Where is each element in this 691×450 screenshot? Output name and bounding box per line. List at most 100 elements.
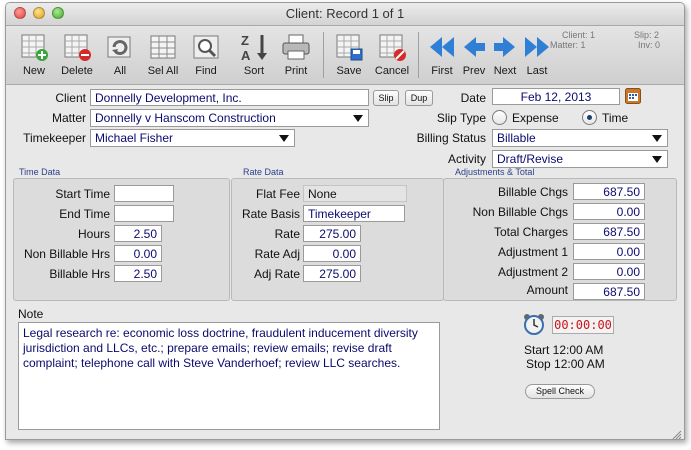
sel-all-label: Sel All [147, 65, 179, 77]
end-time-field[interactable] [114, 205, 174, 222]
total-charges-field[interactable]: 687.50 [573, 223, 645, 240]
billing-status-dropdown[interactable]: Billable [492, 129, 668, 147]
billable-chgs-field[interactable]: 687.50 [573, 183, 645, 200]
matter-dropdown-value: Donnelly v Hanscom Construction [95, 111, 276, 125]
cancel-label: Cancel [374, 65, 410, 77]
all-button[interactable]: All [100, 31, 140, 77]
rate-basis-label: Rate Basis [241, 207, 300, 221]
flat-fee-field: None [303, 185, 407, 202]
start-time-display: Start 12:00 AM [524, 343, 604, 357]
adjustment1-field[interactable]: 0.00 [573, 243, 645, 260]
sort-icon: ZA [238, 31, 270, 63]
toolbar: New Delete All Sel All Find Z A Sort Pri… [6, 26, 684, 85]
date-field[interactable]: Feb 12, 2013 [492, 88, 620, 105]
activity-label: Activity [447, 152, 486, 166]
non-billable-chgs-field[interactable]: 0.00 [573, 203, 645, 220]
slip-button[interactable]: Slip [373, 90, 399, 106]
amount-field[interactable]: 687.50 [573, 283, 645, 300]
svg-text:Z: Z [241, 33, 249, 48]
prev-label: Prev [462, 65, 486, 77]
non-billable-chgs-label: Non Billable Chgs [472, 205, 568, 219]
timekeeper-dropdown-value: Michael Fisher [95, 131, 174, 145]
cancel-icon [376, 31, 408, 63]
cancel-button[interactable]: Cancel [372, 31, 412, 77]
rate-data-title: Rate Data [243, 167, 284, 177]
last-label: Last [526, 65, 548, 77]
new-record-icon [18, 31, 50, 63]
adjustments-title: Adjustments & Total [455, 167, 535, 177]
sort-button[interactable]: ZA Sort [234, 31, 274, 77]
start-time-field[interactable] [114, 185, 174, 202]
client-label: Client [55, 91, 86, 105]
print-label: Print [284, 65, 308, 77]
timer-display: 00:00:00 [552, 316, 614, 334]
billing-status-value: Billable [497, 131, 536, 145]
print-button[interactable]: Print [276, 31, 316, 77]
matter-label: Matter [51, 111, 86, 125]
adj-rate-label: Adj Rate [253, 267, 300, 281]
client-window: Client: Record 1 of 1 New Delete All Sel… [5, 2, 685, 440]
delete-record-icon [61, 31, 93, 63]
client-field[interactable]: Donnelly Development, Inc. [90, 89, 369, 106]
alarm-clock-icon[interactable] [523, 313, 545, 335]
spell-check-button[interactable]: Spell Check [525, 384, 595, 399]
hours-field[interactable]: 2.50 [114, 225, 162, 242]
sel-all-button[interactable]: Sel All [143, 31, 183, 77]
all-label: All [113, 65, 127, 77]
calendar-icon[interactable] [625, 88, 641, 104]
adjustment2-label: Adjustment 2 [497, 265, 568, 279]
last-record-icon [521, 31, 553, 63]
new-button[interactable]: New [14, 31, 54, 77]
save-icon [333, 31, 365, 63]
slip-type-label: Slip Type [436, 111, 486, 125]
billable-hrs-label: Billable Hrs [49, 267, 110, 281]
date-label: Date [460, 91, 486, 105]
billing-status-label: Billing Status [416, 131, 486, 145]
activity-value: Draft/Revise [497, 152, 564, 166]
amount-label: Amount [526, 283, 568, 297]
adjustment2-field[interactable]: 0.00 [573, 263, 645, 280]
hours-label: Hours [77, 227, 110, 241]
timekeeper-label: Timekeeper [23, 131, 86, 145]
activity-dropdown[interactable]: Draft/Revise [492, 150, 668, 168]
sort-label: Sort [243, 65, 265, 77]
title-bar: Client: Record 1 of 1 [6, 3, 684, 26]
slip-type-time-radio[interactable] [582, 110, 597, 125]
chevron-down-icon [652, 156, 662, 163]
resize-grip-icon[interactable] [672, 427, 682, 439]
rate-field[interactable]: 275.00 [303, 225, 361, 242]
adj-rate-field[interactable]: 275.00 [303, 265, 361, 282]
timekeeper-dropdown[interactable]: Michael Fisher [90, 129, 295, 147]
delete-label: Delete [61, 65, 93, 77]
slip-type-expense-label: Expense [512, 111, 559, 125]
chevron-down-icon [353, 115, 363, 122]
note-textarea[interactable]: Legal research re: economic loss doctrin… [18, 322, 440, 430]
rate-label: Rate [274, 227, 300, 241]
find-label: Find [195, 65, 217, 77]
last-button[interactable]: Last [517, 31, 557, 77]
rate-basis-field[interactable]: Timekeeper [303, 205, 405, 222]
matter-count: Matter: 1 [550, 40, 586, 50]
save-label: Save [336, 65, 362, 77]
rate-adj-label: Rate Adj [254, 247, 300, 261]
non-billable-hrs-field[interactable]: 0.00 [114, 245, 162, 262]
stop-time-display: Stop 12:00 AM [526, 357, 605, 371]
matter-dropdown[interactable]: Donnelly v Hanscom Construction [90, 109, 369, 127]
new-label: New [22, 65, 45, 77]
slip-type-expense-radio[interactable] [492, 110, 507, 125]
slip-count: Slip: 2 [634, 30, 660, 40]
dup-button[interactable]: Dup [405, 90, 433, 106]
svg-text:A: A [241, 48, 251, 63]
client-count: Client: 1 [562, 30, 596, 40]
find-button[interactable]: Find [186, 31, 226, 77]
flat-fee-label: Flat Fee [255, 187, 300, 201]
save-button[interactable]: Save [329, 31, 369, 77]
billable-hrs-field[interactable]: 2.50 [114, 265, 162, 282]
total-charges-label: Total Charges [493, 225, 568, 239]
find-icon [190, 31, 222, 63]
delete-button[interactable]: Delete [57, 31, 97, 77]
start-time-label: Start Time [55, 187, 110, 201]
note-label: Note [18, 307, 44, 321]
chevron-down-icon [652, 135, 662, 142]
rate-adj-field[interactable]: 0.00 [303, 245, 361, 262]
